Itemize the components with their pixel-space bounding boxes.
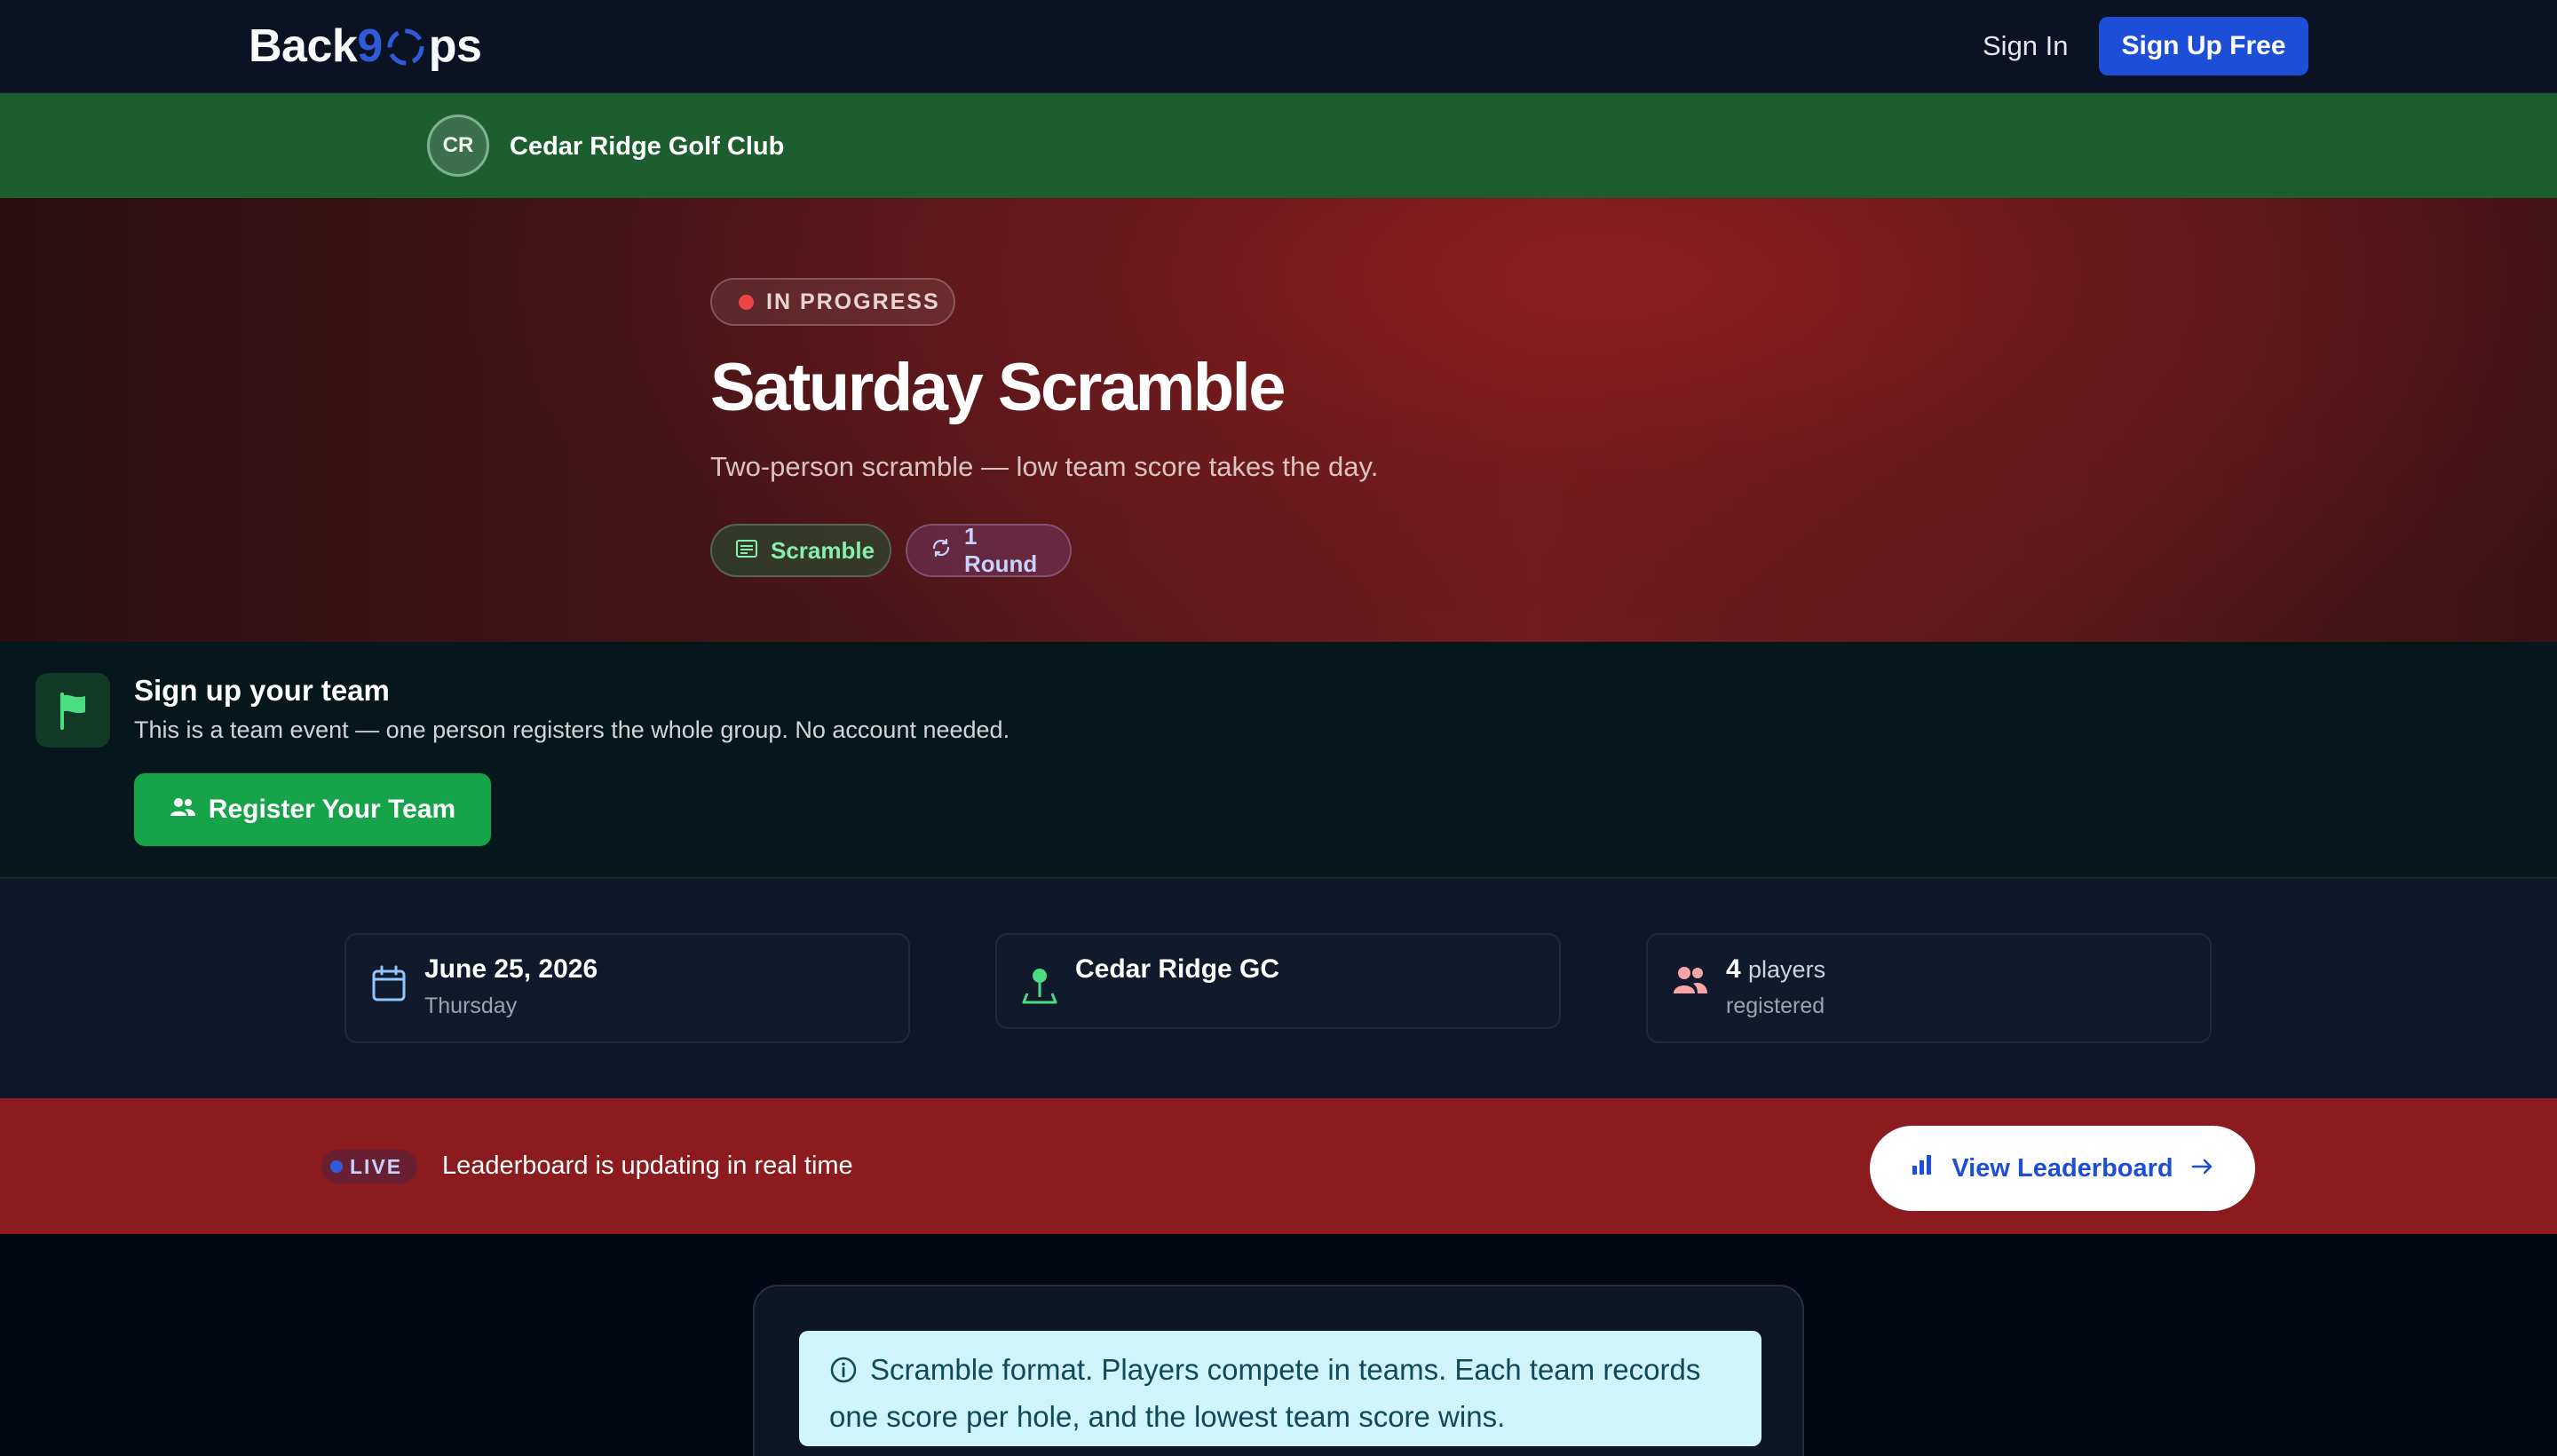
scorecard-icon <box>735 537 771 565</box>
players-registered: registered <box>1726 993 1825 1018</box>
event-hero: IN PROGRESS Saturday Scramble Two-person… <box>0 198 2557 642</box>
top-nav: Back 9 ps Sign In Sign Up Free <box>0 0 2557 93</box>
info-icon <box>829 1353 858 1396</box>
event-weekday: Thursday <box>424 993 518 1018</box>
sign-in-link[interactable]: Sign In <box>1983 28 2069 64</box>
brand-logo[interactable]: Back 9 ps <box>249 20 482 73</box>
event-subtitle: Two-person scramble — low team score tak… <box>710 451 1379 482</box>
signup-title: Sign up your team <box>134 674 390 707</box>
event-location: Cedar Ridge GC <box>1075 954 1280 984</box>
players-card: 4 players registered <box>1646 933 2212 1043</box>
users-icon <box>170 795 209 825</box>
arrow-right-icon <box>2191 1154 2214 1183</box>
register-team-label: Register Your Team <box>208 795 456 824</box>
format-tag: Scramble <box>710 524 891 577</box>
flag-icon <box>36 673 110 748</box>
logo-text-nine: 9 <box>357 20 383 72</box>
format-tag-label: Scramble <box>771 536 875 564</box>
event-date: June 25, 2026 <box>424 954 598 984</box>
players-count: 4 <box>1726 954 1741 984</box>
event-info: June 25, 2026 Thursday Cedar Ridge GC 4 … <box>0 878 2557 1098</box>
location-card: Cedar Ridge GC <box>995 933 1561 1029</box>
signup-description: This is a team event — one person regist… <box>134 716 1010 743</box>
view-leaderboard-button[interactable]: View Leaderboard <box>1870 1126 2255 1211</box>
status-badge: IN PROGRESS <box>710 278 955 326</box>
map-pin-icon <box>1022 965 1057 1009</box>
club-bar: CR Cedar Ridge Golf Club <box>0 93 2557 198</box>
register-team-button[interactable]: Register Your Team <box>134 773 491 846</box>
event-title: Saturday Scramble <box>710 350 1286 425</box>
live-leaderboard-banner: LIVE Leaderboard is updating in real tim… <box>0 1098 2557 1234</box>
sign-up-button[interactable]: Sign Up Free <box>2099 17 2308 75</box>
view-leaderboard-label: View Leaderboard <box>1951 1153 2173 1183</box>
rounds-tag: 1 Round <box>906 523 1072 577</box>
logo-text-suffix: ps <box>428 20 482 72</box>
bar-chart-icon <box>1911 1153 1934 1183</box>
live-badge: LIVE <box>321 1150 417 1183</box>
date-card: June 25, 2026 Thursday <box>344 933 910 1043</box>
refresh-icon <box>930 537 964 565</box>
ring-icon <box>384 24 428 68</box>
users-icon <box>1673 965 1708 1000</box>
players-unit: players <box>1748 956 1826 983</box>
club-name[interactable]: Cedar Ridge Golf Club <box>510 132 784 162</box>
live-badge-label: LIVE <box>350 1154 403 1178</box>
live-status-text: Leaderboard is updating in real time <box>442 1151 853 1180</box>
rounds-tag-label: 1 Round <box>964 523 1038 577</box>
format-notice-text: Scramble format. Players compete in team… <box>829 1353 1701 1433</box>
live-dot <box>330 1160 343 1173</box>
club-avatar: CR <box>427 115 489 177</box>
calendar-icon <box>371 965 407 1007</box>
players-count-line: 4 players <box>1726 954 1825 985</box>
team-signup-panel: Sign up your team This is a team event —… <box>0 642 2557 878</box>
logo-text-prefix: Back <box>249 20 358 72</box>
status-label: IN PROGRESS <box>766 289 940 314</box>
status-dot <box>739 294 754 310</box>
format-info-card: Scramble format. Players compete in team… <box>753 1285 1804 1456</box>
format-notice: Scramble format. Players compete in team… <box>799 1331 1761 1446</box>
